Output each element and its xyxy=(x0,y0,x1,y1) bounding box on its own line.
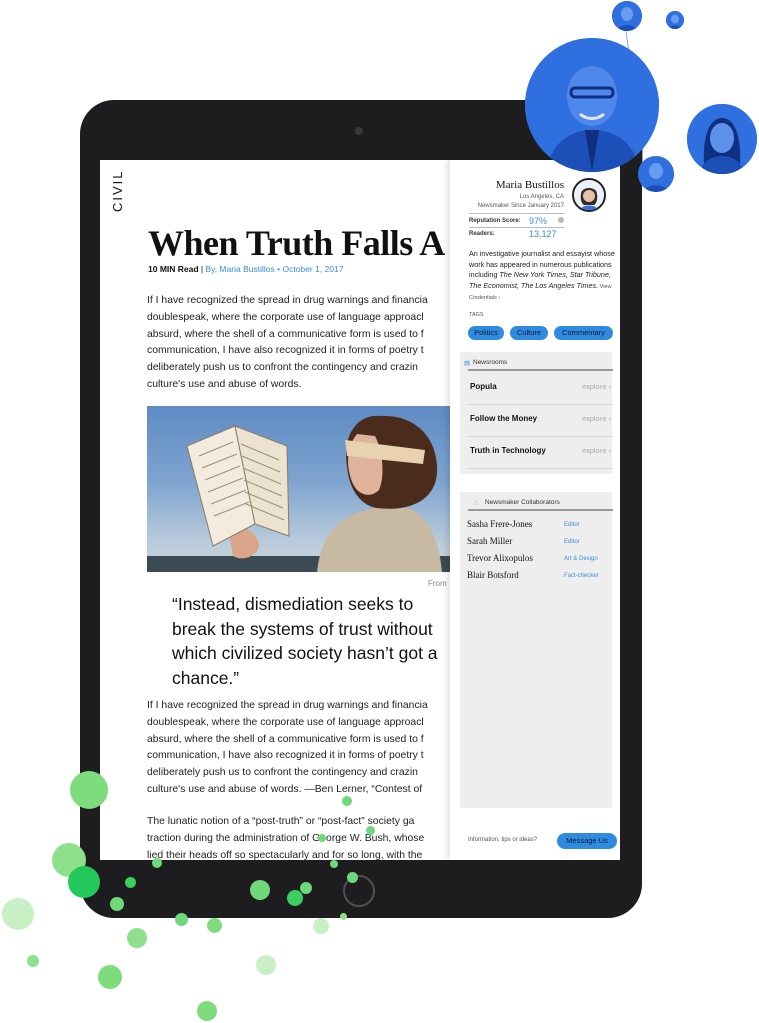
decorative-dot xyxy=(300,882,312,894)
byline-date: • October 1, 2017 xyxy=(274,264,344,274)
decorative-dot xyxy=(250,880,270,900)
article-paragraph: If I have recognized the spread in drug … xyxy=(147,700,428,795)
pull-quote: “Instead, dismediation seeks to break th… xyxy=(172,594,438,688)
reputation-value: 97% xyxy=(529,216,548,226)
decorative-dot xyxy=(125,877,136,888)
decorative-dot xyxy=(27,955,39,967)
decorative-dot xyxy=(197,1001,217,1021)
collaborators-panel: ∴ Newsmaker Collaborators Sasha Frere-Jo… xyxy=(460,492,613,808)
panel-divider xyxy=(468,369,613,371)
newsroom-explore-link[interactable]: explore › xyxy=(582,382,611,391)
tag-commentary[interactable]: Commentary xyxy=(554,326,613,340)
article-paragraph: The lunatic notion of a “post-truth” or … xyxy=(147,816,425,860)
newsroom-item[interactable]: Truth in Technology explore › xyxy=(468,436,613,469)
collaborator-role: Art & Design xyxy=(564,556,598,562)
tag-culture[interactable]: Culture xyxy=(510,326,548,340)
newsrooms-panel: ▤ Newsrooms Popula explore › Follow the … xyxy=(460,352,613,474)
message-us-button[interactable]: Message Us xyxy=(557,833,617,849)
decorative-dot xyxy=(98,965,122,989)
decorative-dot xyxy=(68,866,100,898)
author-name[interactable]: Maria Bustillos xyxy=(480,179,564,191)
author-bio: An investigative journalist and essayist… xyxy=(469,249,619,304)
collaborator-role: Editor xyxy=(564,522,580,528)
panel-divider xyxy=(468,509,613,511)
tag-politics[interactable]: Politics xyxy=(468,326,504,340)
newsroom-explore-link[interactable]: explore › xyxy=(582,446,611,455)
blindfolded-reader-illustration xyxy=(147,415,450,572)
info-icon[interactable] xyxy=(558,217,564,223)
collaborator-name[interactable]: Sarah Miller xyxy=(467,536,512,546)
author-avatar[interactable] xyxy=(572,178,606,212)
large-avatar-bubble xyxy=(525,38,659,172)
small-avatar-bubble xyxy=(666,11,684,29)
newsroom-name: Truth in Technology xyxy=(470,446,546,455)
decorative-dot xyxy=(313,918,329,934)
article-paragraph: If I have recognized the spread in drug … xyxy=(147,295,428,390)
tablet-screen: CIVIL When Truth Falls A 10 MIN Read | B… xyxy=(100,160,620,860)
byline-author-link[interactable]: By, Maria Bustillos xyxy=(205,264,274,274)
collaborator-role: Fact-checker xyxy=(564,573,599,579)
readers-value: 13,127 xyxy=(529,229,557,239)
newsroom-name: Popula xyxy=(470,382,497,391)
newsrooms-title: Newsrooms xyxy=(473,359,508,366)
read-time: 10 MIN Read xyxy=(148,264,199,274)
author-portrait-icon xyxy=(574,180,604,210)
newsroom-icon: ▤ xyxy=(464,360,471,367)
person-avatar-icon xyxy=(612,1,642,31)
decorative-dot xyxy=(342,796,352,806)
decorative-dot xyxy=(110,897,124,911)
newsroom-item[interactable]: Follow the Money explore › xyxy=(468,404,613,437)
contact-prompt: Information, tips or ideas? xyxy=(468,837,538,843)
newsroom-name: Follow the Money xyxy=(470,414,538,423)
decorative-dot xyxy=(366,826,375,835)
divider xyxy=(469,227,564,228)
author-location: Los Angeles, CA xyxy=(519,194,564,200)
hero-image xyxy=(147,406,450,572)
collaborator-name[interactable]: Blair Botsford xyxy=(467,570,519,580)
decorative-dot xyxy=(287,890,303,906)
decorative-dot xyxy=(340,913,347,920)
person-avatar-icon xyxy=(666,11,684,29)
tags-label: TAGS xyxy=(469,312,484,318)
decorative-dot xyxy=(207,918,222,933)
decorative-dot xyxy=(347,872,358,883)
avatar-bubble xyxy=(687,104,757,174)
collaborators-title: Newsmaker Collaborators xyxy=(485,499,560,506)
decorative-dot xyxy=(152,858,162,868)
author-since: Newsmaker Since January 2017 xyxy=(477,203,564,209)
author-sidebar: Maria Bustillos Los Angeles, CA Newsmake… xyxy=(450,160,620,860)
person-avatar-icon xyxy=(687,104,757,174)
small-avatar-bubble xyxy=(638,156,674,192)
decorative-dot xyxy=(318,834,326,842)
person-avatar-icon xyxy=(525,38,659,172)
collaborator-name[interactable]: Trevor Alixopulos xyxy=(467,553,533,563)
newsroom-item[interactable]: Popula explore › xyxy=(468,372,613,405)
newsroom-explore-link[interactable]: explore › xyxy=(582,414,611,423)
camera-lens xyxy=(355,127,363,135)
decorative-dot xyxy=(175,913,188,926)
readers-label: Readers: xyxy=(469,231,495,237)
small-avatar-bubble xyxy=(612,1,642,31)
decorative-dot xyxy=(127,928,147,948)
collaborator-role: Editor xyxy=(564,539,580,545)
article-headline: When Truth Falls A xyxy=(148,223,445,263)
image-caption: From xyxy=(428,579,447,588)
decorative-dot xyxy=(256,955,276,975)
publication-logo: CIVIL xyxy=(110,169,125,212)
person-avatar-icon xyxy=(638,156,674,192)
decorative-dot xyxy=(330,860,338,868)
article-column: CIVIL When Truth Falls A 10 MIN Read | B… xyxy=(100,160,450,860)
article-byline: 10 MIN Read | By, Maria Bustillos • Octo… xyxy=(148,264,343,274)
reputation-label: Reputation Score: xyxy=(469,218,521,224)
collaborators-icon: ∴ xyxy=(474,500,479,507)
decorative-dot xyxy=(70,771,108,809)
collaborator-name[interactable]: Sasha Frere-Jones xyxy=(467,519,532,529)
divider xyxy=(469,213,564,214)
decorative-dot xyxy=(2,898,34,930)
